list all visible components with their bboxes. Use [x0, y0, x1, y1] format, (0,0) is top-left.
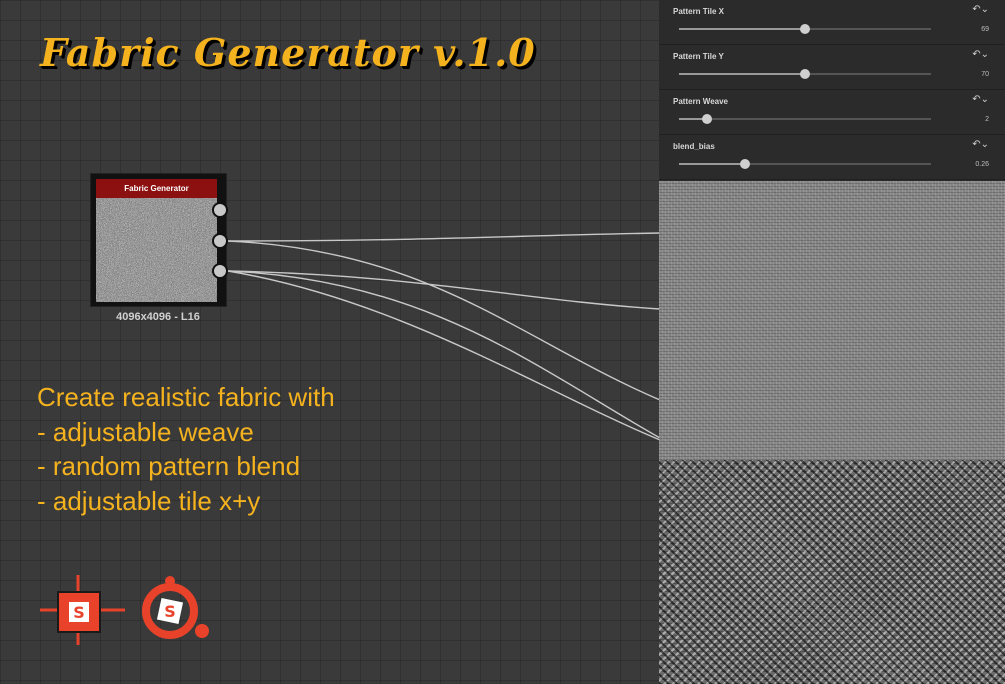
reset-icon[interactable]: ↶⌄ [972, 139, 989, 150]
param-slider[interactable] [679, 159, 931, 169]
wire [227, 232, 661, 242]
reset-icon[interactable]: ↶⌄ [972, 4, 989, 15]
reset-icon[interactable]: ↶⌄ [972, 94, 989, 105]
param-slider[interactable] [679, 24, 931, 34]
description-line: - random pattern blend [37, 451, 301, 481]
svg-text:S: S [73, 603, 85, 622]
feature-description: Create realistic fabric with - adjustabl… [37, 380, 335, 518]
slider-thumb[interactable] [800, 69, 810, 79]
fabric-preview-fine[interactable] [659, 181, 1005, 460]
parameter-panel: Pattern Tile X ↶⌄ 69 Pattern Tile Y ↶⌄ 7… [659, 0, 1005, 181]
substance-designer-logo-icon: S [40, 575, 125, 645]
param-value: 70 [981, 71, 989, 78]
slider-thumb[interactable] [800, 24, 810, 34]
param-pattern-tile-y: Pattern Tile Y ↶⌄ 70 [659, 45, 1005, 90]
param-blend-bias: blend_bias ↶⌄ 0.26 [659, 135, 1005, 180]
slider-thumb[interactable] [701, 114, 712, 124]
reset-icon[interactable]: ↶⌄ [972, 49, 989, 60]
param-label: Pattern Weave [673, 97, 728, 106]
param-value: 69 [981, 26, 989, 33]
fabric-preview-coarse[interactable] [659, 460, 1005, 684]
description-line: - adjustable tile x+y [37, 485, 261, 516]
param-label: Pattern Tile X [673, 7, 724, 16]
substance-painter-logo-icon: S [142, 576, 209, 639]
svg-text:S: S [164, 602, 176, 621]
param-value: 0.26 [975, 161, 989, 168]
param-slider[interactable] [679, 69, 931, 79]
param-slider[interactable] [679, 114, 931, 124]
param-pattern-tile-x: Pattern Tile X ↶⌄ 69 [659, 0, 1005, 45]
description-line: - adjustable weave [37, 416, 254, 447]
wire [227, 240, 661, 401]
param-pattern-weave: Pattern Weave ↶⌄ 2 [659, 90, 1005, 135]
slider-thumb[interactable] [739, 159, 750, 169]
param-label: blend_bias [673, 142, 715, 151]
param-label: Pattern Tile Y [673, 52, 724, 61]
param-value: 2 [985, 116, 989, 123]
description-line: Create realistic fabric with [37, 382, 335, 412]
